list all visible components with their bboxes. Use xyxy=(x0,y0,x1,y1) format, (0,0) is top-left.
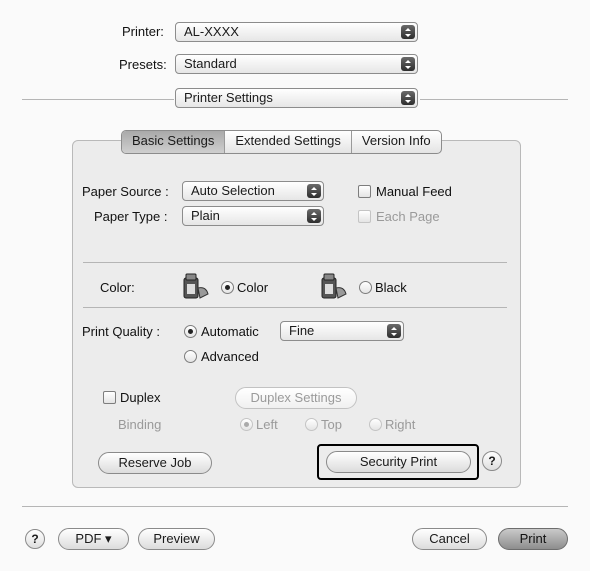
paper-type-label: Paper Type : xyxy=(94,209,168,224)
black-radio[interactable] xyxy=(359,281,372,294)
popup-arrows-icon xyxy=(307,184,321,198)
duplex-checkbox[interactable] xyxy=(103,391,116,404)
each-page-label: Each Page xyxy=(376,209,440,224)
printer-label: Printer: xyxy=(122,24,164,39)
automatic-radio[interactable] xyxy=(184,325,197,338)
quality-value: Fine xyxy=(289,323,315,338)
binding-left-label: Left xyxy=(256,417,278,432)
divider xyxy=(83,307,507,308)
help-icon[interactable]: ? xyxy=(482,451,502,471)
automatic-label: Automatic xyxy=(201,324,259,339)
binding-top-radio[interactable] xyxy=(305,418,318,431)
color-option-label: Color xyxy=(237,280,269,295)
binding-left-radio[interactable] xyxy=(240,418,253,431)
paper-type-popup[interactable]: Plain xyxy=(182,206,324,226)
popup-arrows-icon xyxy=(387,324,401,338)
footer-help-icon[interactable]: ? xyxy=(25,529,45,549)
color-radio[interactable] xyxy=(221,281,234,294)
manual-feed-label: Manual Feed xyxy=(376,184,452,199)
presets-label: Presets: xyxy=(119,57,167,72)
popup-arrows-icon xyxy=(307,209,321,223)
each-page-checkbox[interactable] xyxy=(358,210,371,223)
divider xyxy=(420,99,568,100)
section-popup[interactable]: Printer Settings xyxy=(175,88,418,108)
duplex-label: Duplex xyxy=(120,390,161,405)
presets-popup[interactable]: Standard xyxy=(175,54,418,74)
binding-right-label: Right xyxy=(385,417,416,432)
black-option-label: Black xyxy=(375,280,407,295)
printer-value: AL-XXXX xyxy=(184,24,239,39)
tab-basic-settings[interactable]: Basic Settings xyxy=(122,131,226,153)
quality-popup[interactable]: Fine xyxy=(280,321,404,341)
paper-source-label: Paper Source : xyxy=(82,184,169,199)
paper-source-value: Auto Selection xyxy=(191,183,275,198)
color-cartridge-icon xyxy=(182,272,212,300)
print-button[interactable]: Print xyxy=(498,528,568,550)
presets-value: Standard xyxy=(184,56,237,71)
printer-popup[interactable]: AL-XXXX xyxy=(175,22,418,42)
section-value: Printer Settings xyxy=(184,90,273,105)
advanced-label: Advanced xyxy=(201,349,259,364)
popup-arrows-icon xyxy=(401,91,415,105)
cancel-button[interactable]: Cancel xyxy=(412,528,487,550)
reserve-job-button[interactable]: Reserve Job xyxy=(98,452,212,474)
advanced-radio[interactable] xyxy=(184,350,197,363)
divider xyxy=(22,99,174,100)
manual-feed-checkbox[interactable] xyxy=(358,185,371,198)
divider xyxy=(22,506,568,507)
binding-label: Binding xyxy=(118,417,162,432)
popup-arrows-icon xyxy=(401,57,415,71)
tab-extended-settings[interactable]: Extended Settings xyxy=(225,131,352,153)
pdf-menu-button[interactable]: PDF ▾ xyxy=(58,528,129,550)
popup-arrows-icon xyxy=(401,25,415,39)
binding-right-radio[interactable] xyxy=(369,418,382,431)
preview-button[interactable]: Preview xyxy=(138,528,215,550)
tab-bar: Basic Settings Extended Settings Version… xyxy=(121,130,442,154)
security-print-button[interactable]: Security Print xyxy=(326,451,471,473)
tab-version-info[interactable]: Version Info xyxy=(352,131,441,153)
print-dialog: Printer: AL-XXXX Presets: Standard Print… xyxy=(0,0,590,571)
paper-source-popup[interactable]: Auto Selection xyxy=(182,181,324,201)
duplex-settings-button[interactable]: Duplex Settings xyxy=(235,387,357,409)
color-label: Color: xyxy=(100,280,135,295)
binding-top-label: Top xyxy=(321,417,342,432)
divider xyxy=(83,262,507,263)
print-quality-label: Print Quality : xyxy=(82,324,161,339)
black-cartridge-icon xyxy=(320,272,350,300)
paper-type-value: Plain xyxy=(191,208,220,223)
